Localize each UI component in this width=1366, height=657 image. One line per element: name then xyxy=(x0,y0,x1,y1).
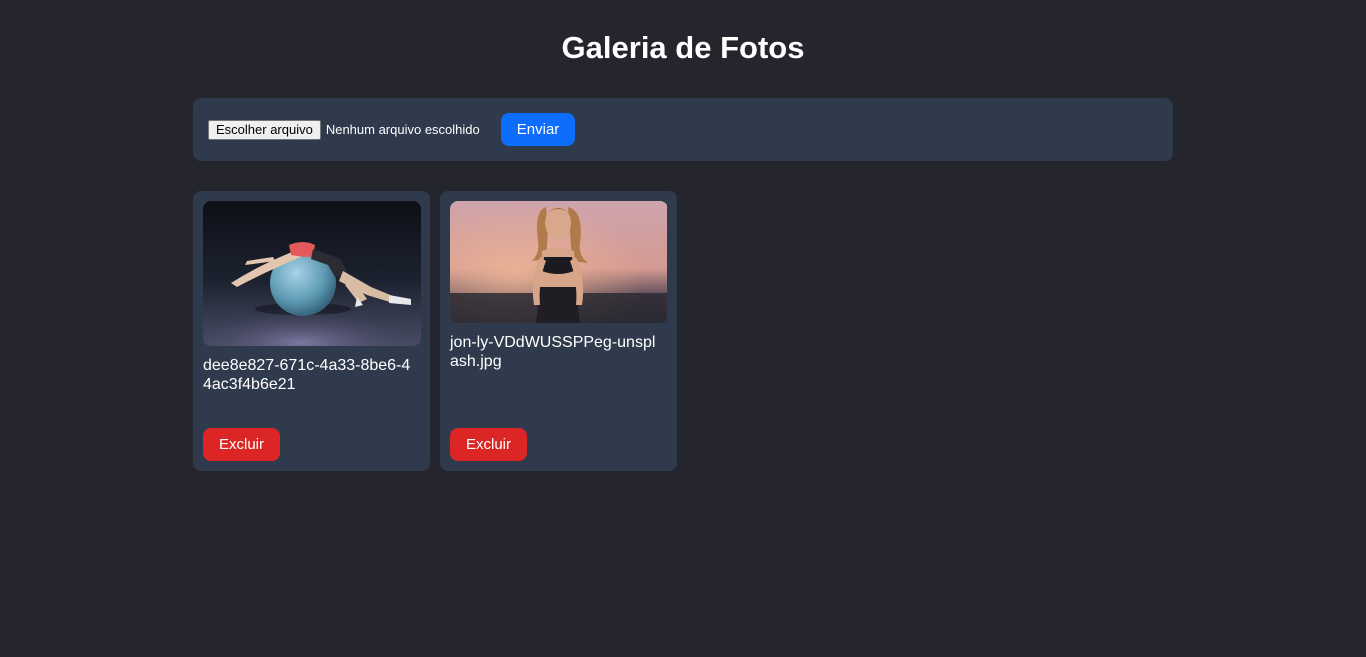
photo-caption: dee8e827-671c-4a33-8be6-44ac3f4b6e21 xyxy=(203,357,411,393)
choose-file-button[interactable]: Escolher arquivo xyxy=(208,119,321,140)
photo-image xyxy=(203,201,421,346)
file-input[interactable]: Escolher arquivo Nenhum arquivo escolhid… xyxy=(208,119,480,140)
photo-caption: jon-ly-VDdWUSSPPeg-unsplash.jpg xyxy=(450,334,656,370)
photo-card: jon-ly-VDdWUSSPPeg-unsplash.jpg Excluir xyxy=(440,191,677,471)
upload-panel: Escolher arquivo Nenhum arquivo escolhid… xyxy=(193,98,1173,161)
send-button[interactable]: Enviar xyxy=(500,113,576,146)
delete-button[interactable]: Excluir xyxy=(450,428,528,461)
photo-image xyxy=(450,201,668,323)
file-status-text: Nenhum arquivo escolhido xyxy=(325,122,480,137)
page-title: Galeria de Fotos xyxy=(561,30,805,65)
delete-button[interactable]: Excluir xyxy=(203,428,281,461)
photo-gallery: dee8e827-671c-4a33-8be6-44ac3f4b6e21 Exc… xyxy=(193,191,677,471)
photo-card: dee8e827-671c-4a33-8be6-44ac3f4b6e21 Exc… xyxy=(193,191,430,471)
